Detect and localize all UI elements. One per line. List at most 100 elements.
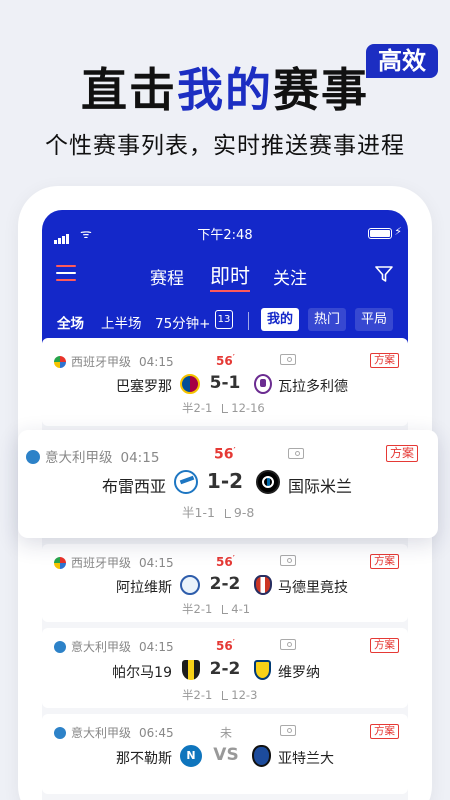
match-meta: 半2-1 4-1 — [182, 601, 260, 617]
pitch-icon[interactable] — [288, 448, 304, 459]
alaves-crest-icon — [180, 575, 200, 595]
plan-tag[interactable]: 方案 — [370, 638, 399, 653]
away-team: 马德里竟技 — [278, 580, 348, 596]
laliga-icon — [54, 557, 66, 569]
pill-draw[interactable]: 平局 — [355, 308, 394, 331]
league-label: 意大利甲级 04:15 — [26, 446, 159, 466]
pill-hot[interactable]: 热门 — [308, 308, 347, 331]
corners-score: 4-1 — [231, 602, 251, 616]
serie-a-icon — [54, 727, 66, 739]
minute-value: 56 — [216, 354, 233, 368]
minute-value: 56 — [216, 555, 233, 569]
match-minute: 56′ — [216, 554, 235, 569]
match-minute: 56′ — [216, 353, 235, 368]
headline-prefix: 直击 — [81, 63, 177, 117]
match-meta: 半1-1 9-8 — [182, 502, 264, 521]
verona-crest-icon — [254, 660, 271, 680]
kickoff-time: 04:15 — [139, 640, 174, 654]
inter-crest-icon — [256, 470, 280, 494]
match-score: 1-2 — [206, 469, 244, 493]
barcelona-crest-icon — [180, 374, 200, 394]
home-team: 那不勒斯 — [116, 751, 172, 767]
match-status: 未 — [220, 726, 233, 740]
filter-bar: 全场 上半场 75分钟+ 13 我的 热门 平局 — [42, 308, 408, 334]
pitch-icon[interactable] — [280, 354, 296, 365]
league-name: 意大利甲级 — [71, 640, 132, 654]
filter-icon[interactable] — [374, 264, 394, 284]
tab-live[interactable]: 即时 — [210, 260, 250, 292]
subtab-divider — [248, 312, 249, 330]
corner-icon — [224, 509, 231, 518]
plan-tag[interactable]: 方案 — [386, 445, 419, 462]
menu-icon[interactable] — [56, 265, 76, 281]
match-card[interactable]: 意大利甲级 06:45 未 方案 那不勒斯 VS 亚特兰大 — [42, 714, 408, 794]
pitch-icon[interactable] — [280, 555, 296, 566]
kickoff-time: 04:15 — [139, 355, 174, 369]
halftime-score: 半1-1 — [182, 505, 215, 520]
league-label: 意大利甲级 04:15 — [54, 638, 174, 655]
league-name: 西班牙甲级 — [71, 355, 132, 369]
match-card[interactable]: 意大利甲级 04:15 56′ 方案 帕尔马19 2-2 维罗纳 半2-1 12-3 — [42, 628, 408, 708]
pill-mine[interactable]: 我的 — [261, 308, 300, 331]
match-vs: VS — [213, 745, 239, 765]
halftime-score: 半2-1 — [182, 602, 213, 616]
minute-value: 56 — [216, 639, 233, 653]
match-score: 2-2 — [209, 659, 241, 679]
away-team: 亚特兰大 — [278, 751, 334, 767]
pitch-icon[interactable] — [280, 725, 296, 736]
subtab-fulltime[interactable]: 全场 — [57, 312, 84, 332]
napoli-crest-icon — [180, 745, 202, 767]
corners-score: 12-3 — [231, 688, 258, 702]
away-team: 瓦拉多利德 — [278, 379, 348, 395]
home-team: 巴塞罗那 — [116, 379, 172, 395]
plan-tag[interactable]: 方案 — [370, 353, 399, 368]
halftime-score: 半2-1 — [182, 688, 213, 702]
corners-score: 9-8 — [233, 505, 255, 520]
match-meta: 半2-1 12-16 — [182, 400, 275, 416]
parma-crest-icon — [182, 660, 200, 680]
brescia-crest-icon — [174, 470, 198, 494]
atalanta-crest-icon — [252, 745, 271, 767]
league-label: 西班牙甲级 04:15 — [54, 353, 174, 370]
calendar-icon[interactable]: 13 — [215, 310, 233, 329]
laliga-icon — [54, 356, 66, 368]
plan-tag[interactable]: 方案 — [370, 554, 399, 569]
pitch-icon[interactable] — [280, 639, 296, 650]
league-name: 西班牙甲级 — [71, 556, 132, 570]
kickoff-time: 04:15 — [120, 450, 160, 466]
subtab-75min[interactable]: 75分钟+ — [155, 312, 211, 332]
minute-value: 56 — [214, 446, 234, 463]
match-card[interactable]: 西班牙甲级 04:15 56′ 方案 巴塞罗那 5-1 瓦拉多利德 半2-1 12-… — [42, 338, 408, 426]
highlighted-match-card[interactable]: 意大利甲级 04:15 56′ 方案 布雷西亚 1-2 国际米兰 半1-1 9-8 — [18, 430, 438, 538]
status-time: 下午2:48 — [197, 228, 253, 243]
subtab-firsthalf[interactable]: 上半场 — [101, 312, 142, 332]
atletico-crest-icon — [254, 575, 272, 595]
match-score: 5-1 — [209, 373, 241, 393]
match-minute: 56′ — [214, 446, 236, 463]
home-team: 布雷西亚 — [101, 477, 166, 496]
league-name: 意大利甲级 — [71, 726, 132, 740]
kickoff-time: 06:45 — [139, 726, 174, 740]
status-bar: ᯤ 下午2:48 ⚡ — [42, 224, 408, 244]
serie-a-icon — [26, 450, 40, 464]
league-label: 意大利甲级 06:45 — [54, 724, 174, 741]
efficiency-badge: 高效 — [366, 44, 438, 78]
match-minute: 56′ — [216, 638, 235, 653]
headline-highlight: 我的 — [177, 63, 273, 117]
home-team: 阿拉维斯 — [116, 580, 172, 596]
match-card[interactable]: 西班牙甲级 04:15 56′ 方案 阿拉维斯 2-2 马德里竟技 半2-1 4-1 — [42, 544, 408, 622]
match-score: 2-2 — [209, 574, 241, 594]
tab-follow[interactable]: 关注 — [273, 264, 307, 289]
halftime-score: 半2-1 — [182, 401, 213, 415]
promo-subline: 个性赛事列表，实时推送赛事进程 — [45, 133, 405, 159]
valladolid-crest-icon — [254, 374, 272, 394]
tab-schedule[interactable]: 赛程 — [150, 264, 184, 289]
corner-icon — [222, 605, 229, 614]
app-header: ᯤ 下午2:48 ⚡ 赛程 即时 关注 全场 上半场 75分钟+ 13 我的 热… — [42, 210, 408, 356]
corner-icon — [222, 691, 229, 700]
corner-icon — [222, 404, 229, 413]
plan-tag[interactable]: 方案 — [370, 724, 399, 739]
league-name: 意大利甲级 — [45, 450, 113, 466]
headline-suffix: 赛事 — [273, 63, 369, 117]
charging-icon: ⚡ — [394, 225, 402, 238]
